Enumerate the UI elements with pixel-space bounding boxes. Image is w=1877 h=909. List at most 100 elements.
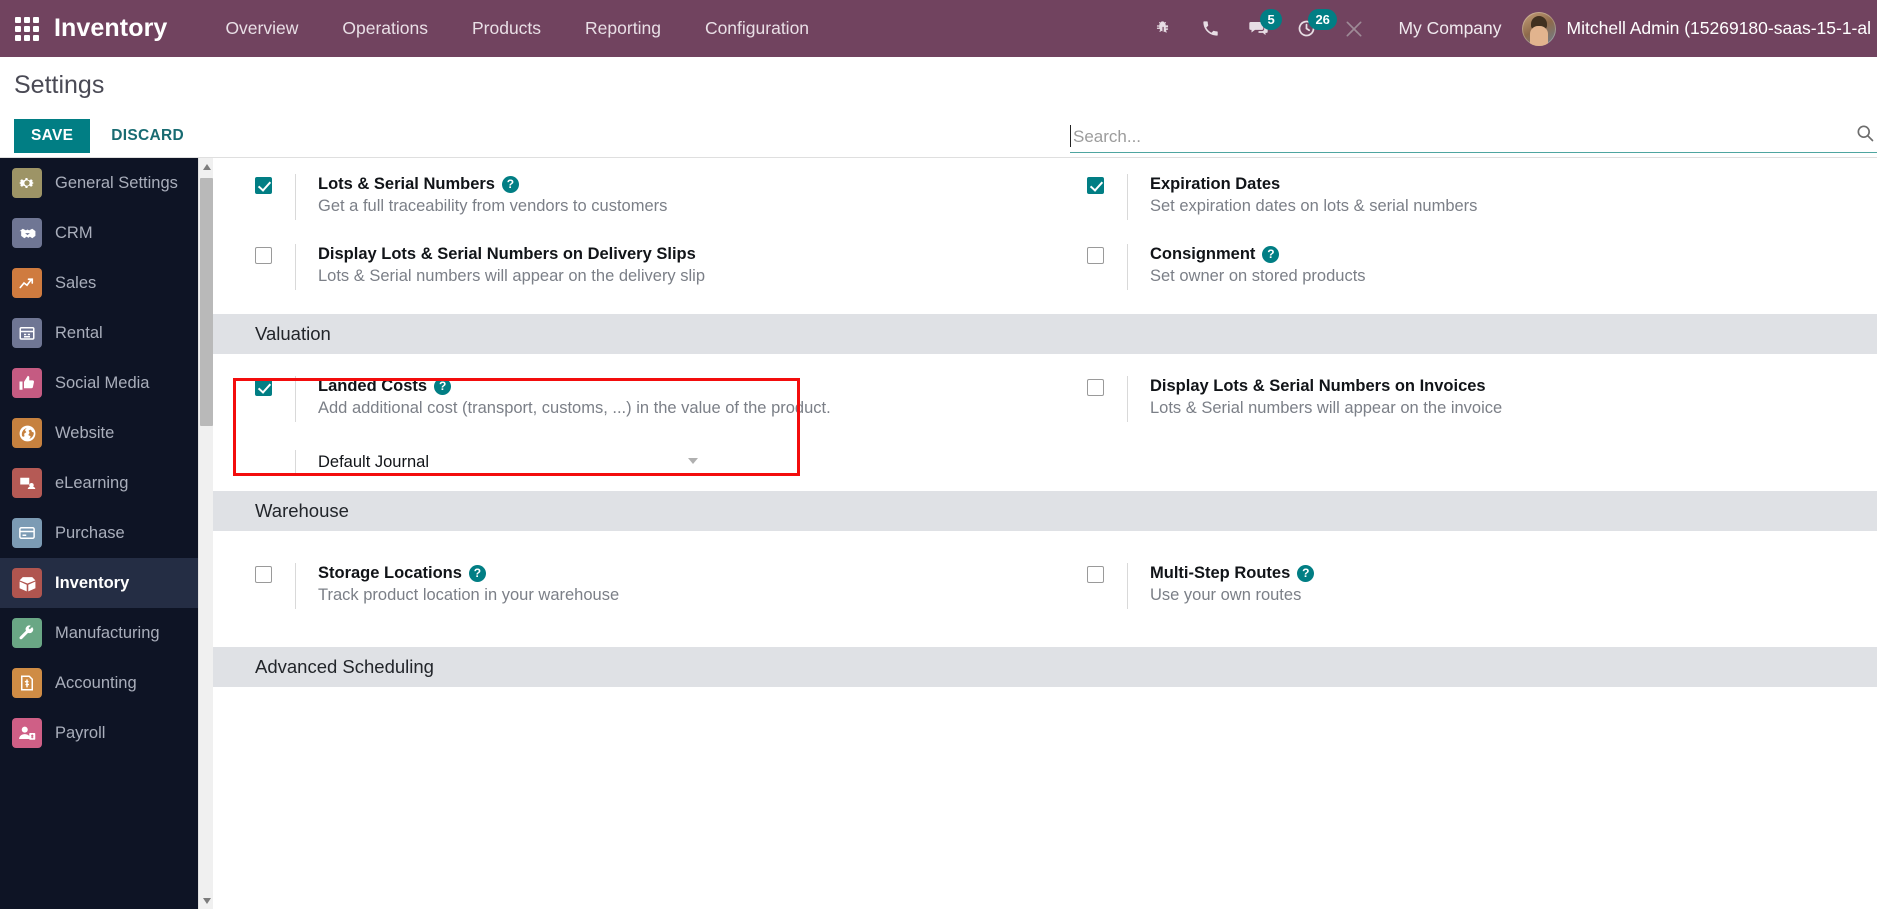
sidebar-item-manufacturing[interactable]: Manufacturing <box>0 608 213 658</box>
sidebar-item-label: Purchase <box>55 523 125 542</box>
sidebar-item-inventory[interactable]: Inventory <box>0 558 213 608</box>
payroll-icon <box>12 718 42 748</box>
sidebar-item-sales[interactable]: Sales <box>0 258 213 308</box>
save-button[interactable]: SAVE <box>14 119 91 153</box>
calendar-icon <box>12 318 42 348</box>
setting-storage-locations[interactable]: Storage Locations ? Track product locati… <box>213 551 1045 621</box>
gear-icon <box>12 168 42 198</box>
help-icon[interactable]: ? <box>1297 564 1315 582</box>
sidebar-item-crm[interactable]: CRM <box>0 208 213 258</box>
setting-text: Expiration Dates Set expiration dates on… <box>1127 174 1477 220</box>
checkbox-multi-step-routes[interactable] <box>1087 566 1104 583</box>
setting-text: Display Lots & Serial Numbers on Invoice… <box>1127 376 1502 422</box>
sidebar-item-purchase[interactable]: Purchase <box>0 508 213 558</box>
default-journal-label: Default Journal <box>318 453 429 471</box>
checkbox-storage-locations[interactable] <box>255 566 272 583</box>
setting-title-text: Multi-Step Routes <box>1150 564 1291 582</box>
apps-menu-button[interactable] <box>0 0 54 57</box>
sidebar-item-website[interactable]: Website <box>0 408 213 458</box>
box-icon <box>12 568 42 598</box>
scroll-up-arrow-icon[interactable] <box>199 158 213 175</box>
setting-title-text: Display Lots & Serial Numbers on Deliver… <box>318 245 696 263</box>
setting-description: Set owner on stored products <box>1150 266 1366 285</box>
activity-clock-icon[interactable]: 26 <box>1282 0 1337 57</box>
sidebar-item-accounting[interactable]: Accounting <box>0 658 213 708</box>
checkbox-expiration-dates[interactable] <box>1087 177 1104 194</box>
setting-description: Use your own routes <box>1150 585 1302 604</box>
sidebar-item-general-settings[interactable]: General Settings <box>0 158 213 208</box>
avatar <box>1521 11 1556 46</box>
sidebar-item-elearning[interactable]: eLearning <box>0 458 213 508</box>
sidebar-item-label: Manufacturing <box>55 623 160 642</box>
nav-menu-products[interactable]: Products <box>450 0 563 57</box>
checkbox-lots-serial-numbers[interactable] <box>255 177 272 194</box>
checkbox-display-lots-invoices[interactable] <box>1087 379 1104 396</box>
setting-landed-costs[interactable]: Landed Costs ? Add additional cost (tran… <box>213 364 1045 434</box>
chat-icon[interactable]: 5 <box>1234 0 1282 57</box>
user-menu[interactable]: Mitchell Admin (15269180-saas-15-1-al <box>1521 11 1877 46</box>
warehouse-settings-group: Storage Locations ? Track product locati… <box>213 531 1877 647</box>
search-icon[interactable] <box>1849 123 1877 152</box>
page-title: Settings <box>14 71 105 99</box>
sidebar-item-label: CRM <box>55 223 93 242</box>
scrollbar-thumb[interactable] <box>200 178 213 426</box>
setting-title: Lots & Serial Numbers ? <box>318 174 667 195</box>
sidebar-item-label: Accounting <box>55 673 137 692</box>
apps-grid-icon <box>15 16 39 41</box>
valuation-settings-group: Landed Costs ? Add additional cost (tran… <box>213 354 1877 446</box>
sidebar-item-label: Rental <box>55 323 103 342</box>
traceability-settings-group: Lots & Serial Numbers ? Get a full trace… <box>213 158 1877 314</box>
setting-lots-serial-numbers[interactable]: Lots & Serial Numbers ? Get a full trace… <box>213 162 1045 232</box>
sidebar-item-social-media[interactable]: Social Media <box>0 358 213 408</box>
setting-multi-step-routes[interactable]: Multi-Step Routes ? Use your own routes <box>1045 551 1877 621</box>
setting-display-lots-invoices[interactable]: Display Lots & Serial Numbers on Invoice… <box>1045 364 1877 434</box>
elearning-icon <box>12 468 42 498</box>
setting-consignment[interactable]: Consignment ? Set owner on stored produc… <box>1045 232 1877 302</box>
discard-button[interactable]: DISCARD <box>100 119 195 153</box>
setting-text: Multi-Step Routes ? Use your own routes <box>1127 563 1315 609</box>
checkbox-display-lots-delivery-slips[interactable] <box>255 247 272 264</box>
chevron-down-icon[interactable] <box>687 457 698 464</box>
nav-menu-reporting[interactable]: Reporting <box>563 0 683 57</box>
setting-title: Multi-Step Routes ? <box>1150 563 1315 584</box>
setting-text: Storage Locations ? Track product locati… <box>295 563 619 609</box>
setting-title: Storage Locations ? <box>318 563 619 584</box>
setting-description: Set expiration dates on lots & serial nu… <box>1150 196 1478 215</box>
setting-title-text: Storage Locations <box>318 564 462 582</box>
setting-title-text: Landed Costs <box>318 377 428 395</box>
search-input[interactable] <box>1071 127 1849 152</box>
search-bar[interactable] <box>1070 119 1877 153</box>
scroll-down-arrow-icon[interactable] <box>199 892 213 909</box>
default-journal-select[interactable] <box>442 450 698 475</box>
sidebar-item-label: Social Media <box>55 373 150 392</box>
wrench-icon <box>12 618 42 648</box>
sidebar-item-payroll[interactable]: Payroll <box>0 708 213 758</box>
sidebar-item-rental[interactable]: Rental <box>0 308 213 358</box>
chart-arrow-icon <box>12 268 42 298</box>
setting-title-text: Expiration Dates <box>1150 175 1281 193</box>
phone-icon[interactable] <box>1186 0 1234 57</box>
checkbox-landed-costs[interactable] <box>255 379 272 396</box>
setting-expiration-dates[interactable]: Expiration Dates Set expiration dates on… <box>1045 162 1877 232</box>
default-journal-field-row: Default Journal <box>213 446 1045 491</box>
help-icon[interactable]: ? <box>501 175 519 193</box>
checkbox-consignment[interactable] <box>1087 247 1104 264</box>
nav-menu-overview[interactable]: Overview <box>203 0 320 57</box>
section-header-warehouse: Warehouse <box>213 491 1877 531</box>
setting-description: Lots & Serial numbers will appear on the… <box>318 266 706 285</box>
bug-icon[interactable] <box>1138 0 1186 57</box>
help-icon[interactable]: ? <box>1262 245 1280 263</box>
setting-display-lots-delivery-slips[interactable]: Display Lots & Serial Numbers on Deliver… <box>213 232 1045 302</box>
sidebar-item-label: Payroll <box>55 723 106 742</box>
help-icon[interactable]: ? <box>468 564 486 582</box>
settings-sidebar: General Settings CRM Sales Rental Social <box>0 158 213 909</box>
nav-menu-operations[interactable]: Operations <box>320 0 450 57</box>
app-brand-title[interactable]: Inventory <box>54 14 167 43</box>
help-icon[interactable]: ? <box>434 377 452 395</box>
tools-icon[interactable] <box>1330 0 1378 57</box>
sidebar-scrollbar[interactable] <box>198 158 213 909</box>
nav-menu-configuration[interactable]: Configuration <box>683 0 831 57</box>
handshake-icon <box>12 218 42 248</box>
company-switcher[interactable]: My Company <box>1378 18 1521 39</box>
card-icon <box>12 518 42 548</box>
